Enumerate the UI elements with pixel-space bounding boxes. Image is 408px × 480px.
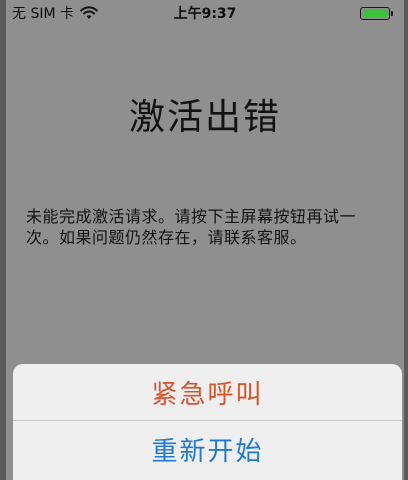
status-left-group: 无 SIM 卡 — [12, 3, 98, 23]
carrier-label: 无 SIM 卡 — [12, 6, 74, 22]
wifi-icon — [80, 6, 98, 20]
restart-button[interactable]: 重新开始 — [13, 421, 402, 477]
emergency-call-button[interactable]: 紧急呼叫 — [13, 364, 402, 420]
page-title: 激活出错 — [128, 97, 281, 138]
status-bar: 无 SIM 卡 上午9:37 — [6, 0, 404, 26]
battery-level-fill — [362, 9, 388, 17]
status-right-group — [360, 6, 393, 20]
action-sheet: 紧急呼叫 重新开始 — [13, 364, 402, 480]
battery-full-icon — [360, 6, 393, 20]
device-frame-right-edge — [404, 0, 408, 480]
device-frame-left-edge — [0, 0, 6, 480]
error-message: 未能完成激活请求。请按下主屏幕按钮再试一次。如果问题仍然存在，请联系客服。 — [26, 207, 357, 247]
